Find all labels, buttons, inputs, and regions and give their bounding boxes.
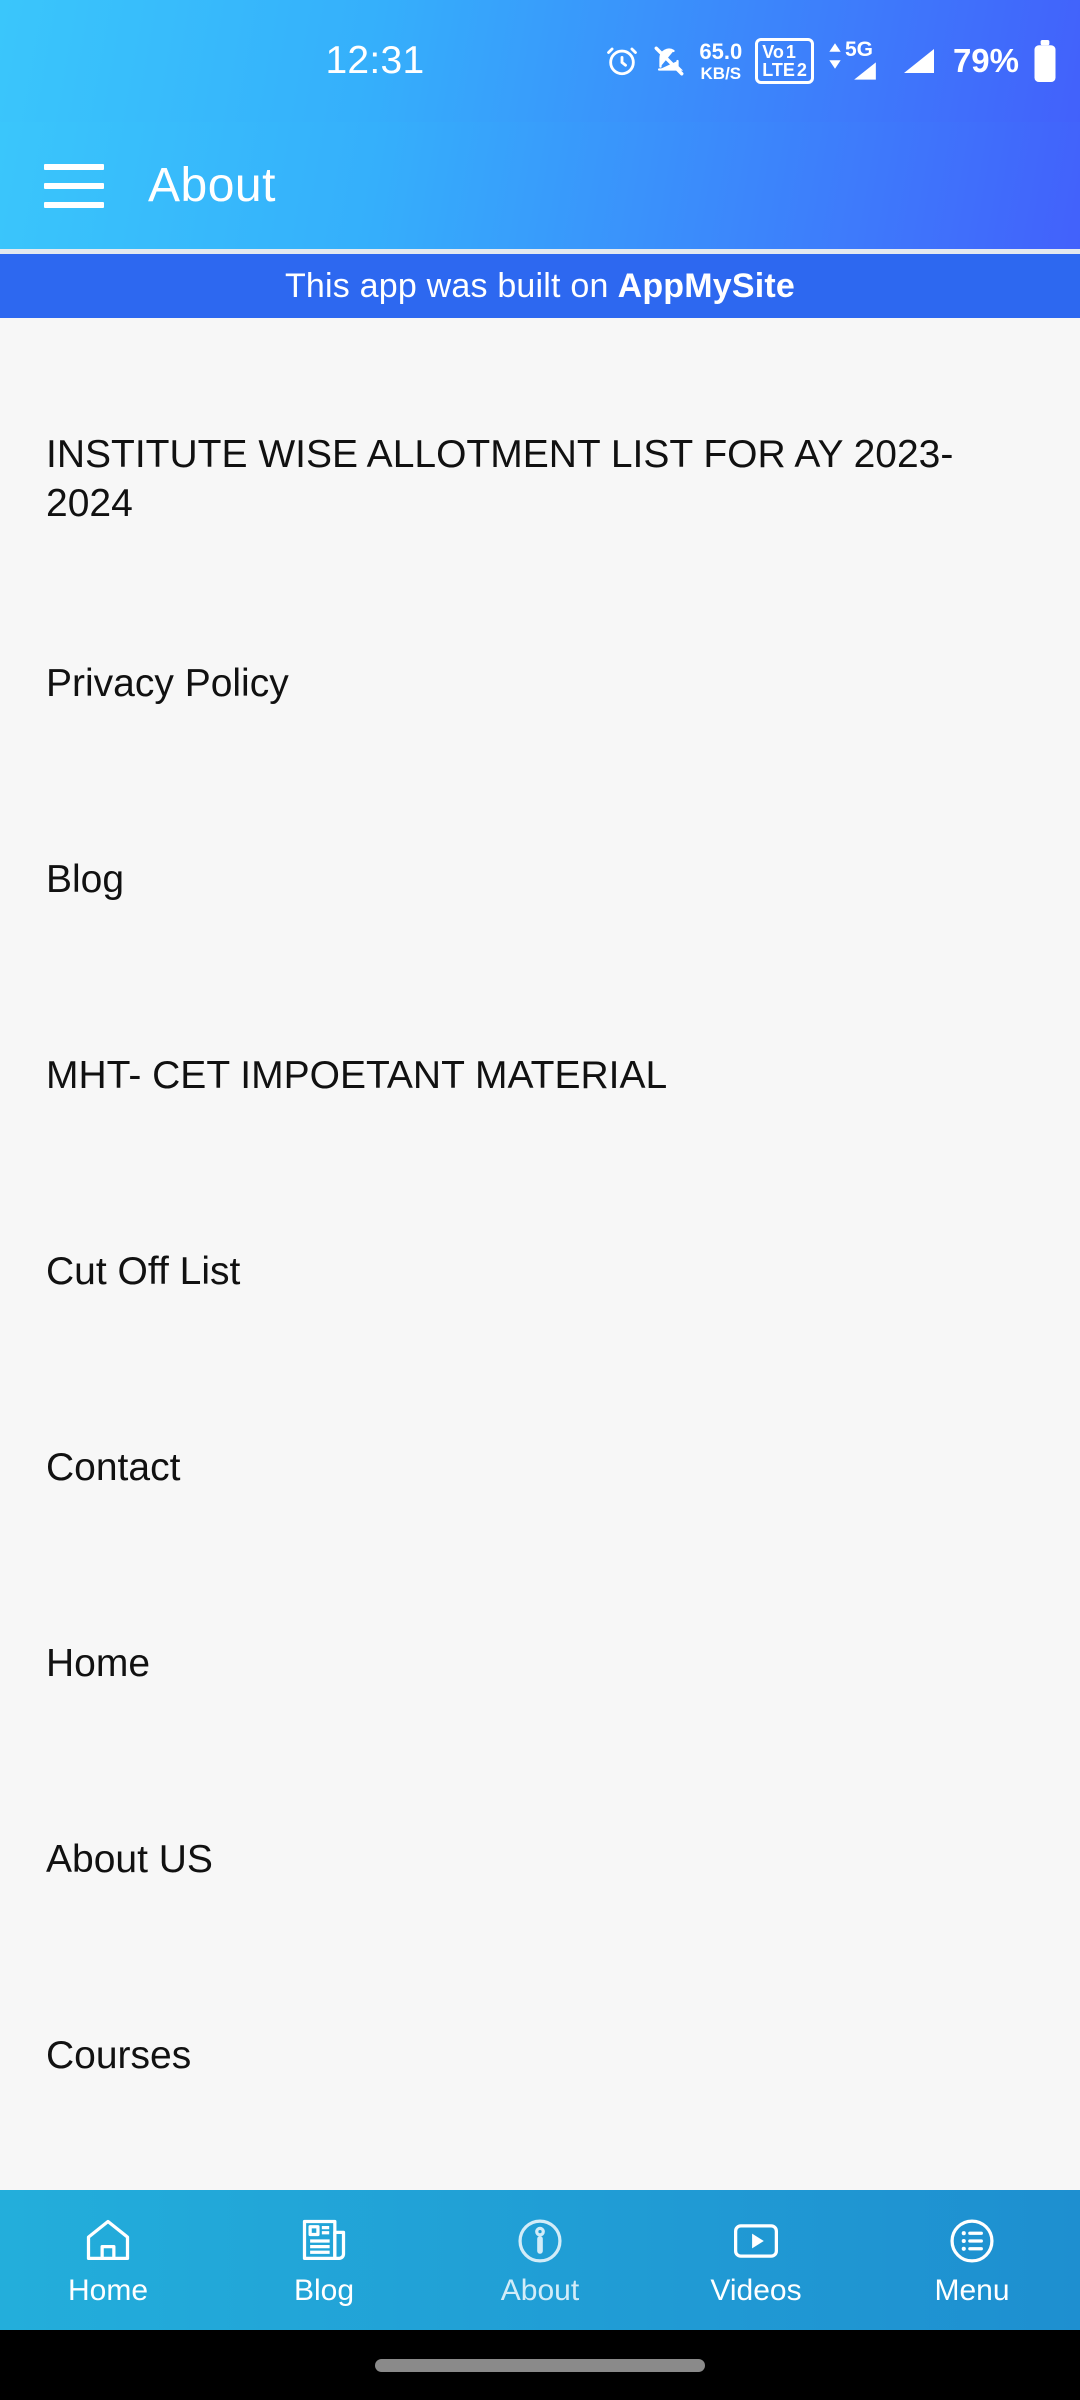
network-type-label: 5G bbox=[844, 37, 873, 61]
nav-item-label: Menu bbox=[934, 2274, 1010, 2307]
hamburger-menu-icon[interactable] bbox=[44, 163, 104, 208]
status-bar-icons: 65.0 KB/S Vo 1 LTE 2 5G 79% bbox=[605, 0, 1058, 122]
mute-icon bbox=[652, 44, 686, 78]
data-speed-icon: 65.0 KB/S bbox=[699, 38, 743, 83]
list-item-label: Blog bbox=[46, 857, 125, 901]
list-item-label: Courses bbox=[46, 2033, 192, 2077]
list-item[interactable]: Blog bbox=[0, 782, 1080, 978]
data-speed-unit: KB/S bbox=[700, 63, 742, 83]
list-circle-icon bbox=[946, 2214, 998, 2268]
volte-label: Vo bbox=[762, 41, 784, 62]
battery-icon bbox=[1032, 40, 1058, 82]
home-icon bbox=[82, 2214, 134, 2268]
lte-label: LTE bbox=[762, 60, 795, 80]
play-video-icon bbox=[730, 2214, 782, 2268]
nav-item-about[interactable]: About bbox=[432, 2190, 648, 2330]
gesture-bar bbox=[0, 2330, 1080, 2400]
list-item[interactable]: INSTITUTE WISE ALLOTMENT LIST FOR AY 202… bbox=[0, 374, 1080, 586]
nav-item-menu[interactable]: Menu bbox=[864, 2190, 1080, 2330]
nav-item-blog[interactable]: Blog bbox=[216, 2190, 432, 2330]
list-item[interactable]: Home bbox=[0, 1566, 1080, 1762]
list-item-label: Home bbox=[46, 1641, 151, 1685]
bottom-navigation-bar: Home Blog About Videos Menu bbox=[0, 2190, 1080, 2330]
list-item[interactable]: Cut Off List bbox=[0, 1174, 1080, 1370]
list-item-label: Cut Off List bbox=[46, 1249, 241, 1293]
nav-item-label: Videos bbox=[710, 2274, 802, 2307]
signal-icon: 5G bbox=[827, 39, 885, 84]
page-title: About bbox=[148, 159, 276, 212]
volte-icon: Vo 1 LTE 2 bbox=[755, 37, 814, 85]
list-item-label: Privacy Policy bbox=[46, 661, 289, 705]
data-speed-value: 65.0 bbox=[699, 38, 743, 64]
list-item[interactable]: MHT- CET IMPOETANT MATERIAL bbox=[0, 978, 1080, 1174]
nav-item-label: About bbox=[500, 2274, 580, 2307]
nav-item-label: Blog bbox=[293, 2274, 355, 2307]
app-bar: About bbox=[0, 122, 1080, 254]
nav-item-label: Home bbox=[67, 2274, 149, 2307]
newspaper-icon bbox=[298, 2214, 350, 2268]
list-item-label: MHT- CET IMPOETANT MATERIAL bbox=[46, 1053, 668, 1097]
list-item[interactable]: Courses bbox=[0, 1958, 1080, 2154]
promo-brand: AppMySite bbox=[617, 266, 796, 305]
list-item-label: About US bbox=[46, 1837, 213, 1881]
info-circle-icon bbox=[514, 2214, 566, 2268]
alarm-icon bbox=[605, 44, 639, 78]
sim2-label: 2 bbox=[796, 60, 807, 80]
signal-bars-icon bbox=[898, 43, 940, 79]
home-gesture-handle[interactable] bbox=[375, 2358, 705, 2372]
list-item[interactable]: About US bbox=[0, 1762, 1080, 1958]
promo-prefix: This app was built on bbox=[284, 266, 609, 305]
list-item[interactable]: Privacy Policy bbox=[0, 586, 1080, 782]
promo-banner[interactable]: This app was built on AppMySite bbox=[0, 254, 1080, 318]
phone-screen: 12:31 65.0 KB/S Vo 1 LTE 2 5G 79% About … bbox=[0, 0, 1080, 2400]
nav-item-home[interactable]: Home bbox=[0, 2190, 216, 2330]
sim1-label: 1 bbox=[785, 41, 796, 62]
list-item-label: Contact bbox=[46, 1445, 181, 1489]
list-item-label: INSTITUTE WISE ALLOTMENT LIST FOR AY 202… bbox=[46, 433, 954, 525]
list-item[interactable]: Contact bbox=[0, 1370, 1080, 1566]
menu-list: INSTITUTE WISE ALLOTMENT LIST FOR AY 202… bbox=[0, 318, 1080, 2190]
nav-item-videos[interactable]: Videos bbox=[648, 2190, 864, 2330]
battery-percent-label: 79% bbox=[952, 42, 1019, 79]
status-bar: 12:31 65.0 KB/S Vo 1 LTE 2 5G 79% bbox=[0, 0, 1080, 122]
